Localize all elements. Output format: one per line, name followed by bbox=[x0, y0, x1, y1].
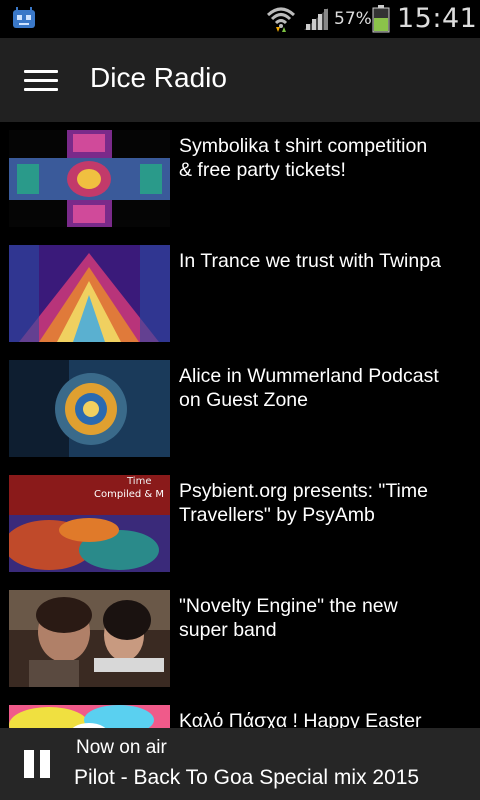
hamburger-menu-icon[interactable] bbox=[24, 70, 58, 92]
item-thumbnail bbox=[9, 360, 170, 457]
item-title: Alice in Wummerland Podcast on Guest Zon… bbox=[179, 365, 439, 411]
android-robot-icon bbox=[13, 7, 35, 28]
item-title: "Novelty Engine" the new super band bbox=[179, 595, 398, 641]
list-item[interactable]: Καλό Πάσχα ! Happy Easter bbox=[0, 697, 480, 728]
item-title: Καλό Πάσχα ! Happy Easter bbox=[179, 710, 422, 728]
thumb-top-text: Time bbox=[126, 476, 151, 487]
status-bar: 57% 15:41 bbox=[0, 0, 480, 38]
item-title: Psybient.org presents: "Time Travellers"… bbox=[179, 480, 428, 526]
list-item[interactable]: Time Compiled & M Psybient.org presents:… bbox=[0, 467, 480, 582]
item-thumbnail bbox=[9, 245, 170, 342]
battery-icon bbox=[372, 5, 390, 33]
signal-bars-icon bbox=[304, 8, 328, 30]
now-on-air-label: Now on air bbox=[76, 737, 167, 758]
item-thumbnail bbox=[9, 130, 170, 227]
now-playing-bar[interactable]: Now on air Pilot - Back To Goa Special m… bbox=[0, 728, 480, 800]
item-title: In Trance we trust with Twinpa bbox=[179, 250, 441, 272]
list-item[interactable]: Symbolika t shirt competition & free par… bbox=[0, 122, 480, 237]
item-thumbnail bbox=[9, 705, 170, 728]
now-playing-track: Pilot - Back To Goa Special mix 2015 bbox=[74, 766, 420, 789]
thumb-caption: Compiled & M bbox=[94, 489, 164, 500]
item-thumbnail bbox=[9, 590, 170, 687]
list-item[interactable]: "Novelty Engine" the new super band bbox=[0, 582, 480, 697]
news-list[interactable]: Symbolika t shirt competition & free par… bbox=[0, 122, 480, 728]
list-item[interactable]: Alice in Wummerland Podcast on Guest Zon… bbox=[0, 352, 480, 467]
item-thumbnail: Time Compiled & M bbox=[9, 475, 170, 572]
wifi-icon bbox=[266, 7, 296, 32]
app-bar: Dice Radio bbox=[0, 38, 480, 122]
app-title: Dice Radio bbox=[90, 62, 227, 93]
list-item[interactable]: In Trance we trust with Twinpa bbox=[0, 237, 480, 352]
item-title: Symbolika t shirt competition & free par… bbox=[179, 135, 428, 181]
pause-icon[interactable] bbox=[22, 748, 54, 780]
clock: 15:41 bbox=[397, 3, 478, 34]
battery-percent: 57% bbox=[334, 9, 372, 29]
